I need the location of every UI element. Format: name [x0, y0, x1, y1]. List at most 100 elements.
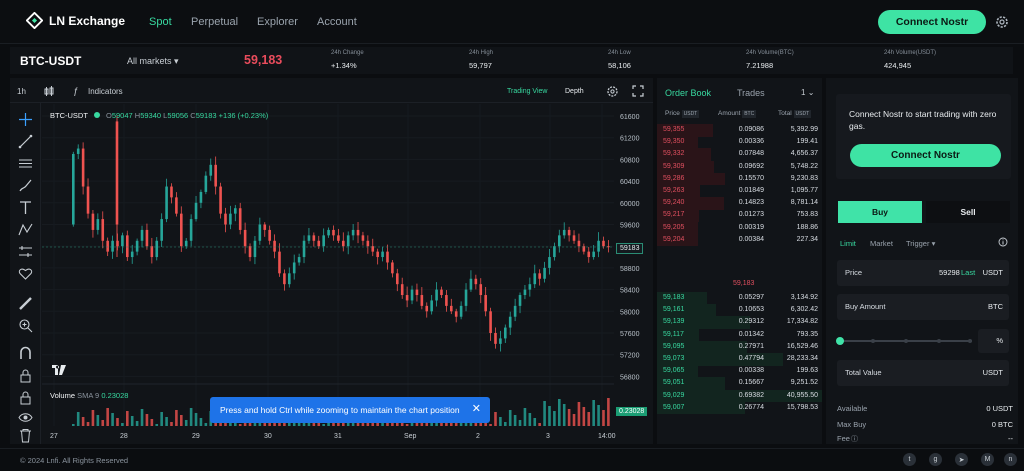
connect-nostr-panel-button[interactable]: Connect Nostr	[850, 144, 1001, 167]
candle-body	[410, 289, 414, 301]
bid-row[interactable]: 59,139 0.29312 17,334.82	[657, 316, 822, 329]
trash-icon[interactable]	[18, 428, 33, 443]
zoom-in-icon[interactable]	[18, 318, 33, 333]
medium-icon[interactable]: M	[981, 453, 994, 466]
candle-body	[209, 164, 213, 176]
candles-icon[interactable]	[44, 86, 54, 97]
trading-view-tab[interactable]: Trading View	[507, 88, 547, 95]
bid-amount: 0.01342	[738, 330, 764, 338]
connect-nostr-button[interactable]: Connect Nostr	[878, 10, 986, 34]
ask-row[interactable]: 59,263 0.01849 1,095.77	[657, 185, 822, 198]
twitter-icon[interactable]: t	[903, 453, 916, 466]
ask-row[interactable]: 59,286 0.15570 9,230.83	[657, 172, 822, 186]
horizontal-lines-icon[interactable]	[18, 156, 33, 171]
nav-spot[interactable]: Spot	[149, 16, 172, 28]
crosshair-icon[interactable]	[18, 112, 33, 127]
brush-icon[interactable]	[18, 178, 33, 193]
candle-body	[459, 305, 463, 317]
info-icon[interactable]	[998, 237, 1008, 247]
candle-body	[135, 240, 139, 252]
bid-row[interactable]: 59,007 0.26774 15,798.53	[657, 401, 822, 415]
buy-amount-field[interactable]: Buy Amount BTC	[837, 294, 1009, 320]
price-field[interactable]: Price 59298 Last USDT	[837, 260, 1009, 286]
depth-tab[interactable]: Depth	[565, 88, 584, 95]
interval-selector[interactable]: 1h	[17, 87, 26, 96]
order-type-limit[interactable]: Limit	[840, 239, 856, 248]
fee-info-icon[interactable]: ⓘ	[851, 434, 858, 444]
github-icon[interactable]: g	[929, 453, 942, 466]
brand-logo[interactable]: LN Exchange	[26, 12, 125, 29]
tab-trades[interactable]: Trades	[737, 88, 765, 98]
trend-line-icon[interactable]	[18, 134, 33, 149]
favorites-heart-icon[interactable]	[18, 266, 33, 281]
fullscreen-icon[interactable]	[632, 85, 644, 97]
volume-bar	[81, 417, 85, 426]
indicators-icon[interactable]: ƒ	[73, 86, 78, 96]
chart-settings-gear-icon[interactable]	[606, 85, 619, 98]
candle-body	[567, 229, 571, 236]
bid-row[interactable]: 59,095 0.27971 16,529.46	[657, 340, 822, 354]
ask-amount: 0.00384	[738, 235, 764, 243]
candle-body	[489, 311, 492, 333]
precision-select[interactable]: 1 ⌄	[801, 88, 814, 97]
measure-icon[interactable]	[18, 244, 33, 259]
buy-tab[interactable]: Buy	[838, 201, 922, 223]
nostr-icon[interactable]: n	[1004, 453, 1017, 466]
bid-row[interactable]: 59,029 0.69382 40,955.50	[657, 389, 822, 403]
ask-row[interactable]: 59,217 0.01273 753.83	[657, 209, 822, 222]
bid-row[interactable]: 59,073 0.47794 28,233.34	[657, 353, 822, 366]
volume-bar	[499, 417, 502, 426]
bid-row[interactable]: 59,117 0.01342 793.35	[657, 328, 822, 342]
telegram-icon[interactable]: ➤	[955, 453, 968, 466]
bid-row[interactable]: 59,065 0.00338 199.63	[657, 365, 822, 378]
volume-legend: Volume SMA 9 0.23028	[50, 391, 128, 400]
all-markets-dropdown[interactable]: All markets ▾	[127, 56, 179, 67]
ask-row[interactable]: 59,332 0.07848 4,656.37	[657, 148, 822, 161]
tab-order-book[interactable]: Order Book	[665, 88, 711, 98]
legend-symbol: BTC-USDT	[50, 111, 88, 120]
settings-gear-icon[interactable]	[994, 14, 1010, 30]
ask-row[interactable]: 59,204 0.00384 227.34	[657, 233, 822, 247]
ask-amount: 0.14823	[738, 199, 764, 207]
price-tick-label: 58000	[620, 309, 640, 316]
bid-price: 59,161	[663, 306, 685, 314]
lock-drawings-icon[interactable]	[18, 368, 33, 383]
bid-row[interactable]: 59,161 0.10653 6,302.42	[657, 304, 822, 317]
pattern-icon[interactable]	[18, 222, 33, 237]
candle-body	[155, 240, 159, 258]
indicators-button[interactable]: Indicators	[88, 87, 123, 96]
price-chart[interactable]: 6160061200608006040060000596005920058800…	[42, 104, 652, 442]
candle-body	[602, 240, 605, 247]
last-price-shortcut[interactable]: Last	[961, 268, 975, 277]
nav-explorer[interactable]: Explorer	[257, 16, 298, 28]
amount-header-label: Amount	[718, 110, 741, 117]
ask-row[interactable]: 59,355 0.09086 5,392.99	[657, 124, 822, 137]
amount-slider[interactable]	[834, 335, 974, 347]
volume-bar	[145, 414, 149, 426]
total-value-field[interactable]: Total Value USDT	[837, 360, 1009, 386]
sell-tab[interactable]: Sell	[926, 201, 1010, 223]
eye-icon[interactable]	[18, 410, 33, 425]
ask-row[interactable]: 59,205 0.00319 188.86	[657, 221, 822, 235]
bid-amount: 0.05297	[738, 294, 764, 301]
close-icon[interactable]: ✕	[472, 402, 481, 415]
ask-price: 59,205	[663, 223, 685, 231]
nav-account[interactable]: Account	[317, 16, 357, 28]
candle-body	[307, 235, 311, 241]
bid-row[interactable]: 59,183 0.05297 3,134.92	[657, 292, 822, 305]
order-type-trigger[interactable]: Trigger ▾	[906, 239, 935, 248]
lock-icon[interactable]	[18, 390, 33, 405]
ask-amount: 0.09692	[738, 162, 764, 170]
text-tool-icon[interactable]	[18, 200, 33, 215]
nav-perpetual[interactable]: Perpetual	[191, 16, 238, 28]
ruler-icon[interactable]	[18, 296, 33, 311]
magnet-icon[interactable]	[18, 346, 33, 361]
bid-row[interactable]: 59,051 0.15667 9,251.52	[657, 377, 822, 390]
stat-label-high: 24h High	[469, 50, 494, 56]
ask-row[interactable]: 59,350 0.00336 199.41	[657, 136, 822, 149]
ask-row[interactable]: 59,309 0.09692 5,748.22	[657, 160, 822, 174]
order-type-market[interactable]: Market	[870, 239, 893, 248]
ask-row[interactable]: 59,240 0.14823 8,781.14	[657, 197, 822, 210]
percent-input[interactable]: %	[978, 329, 1009, 353]
slider-handle[interactable]	[836, 337, 844, 345]
